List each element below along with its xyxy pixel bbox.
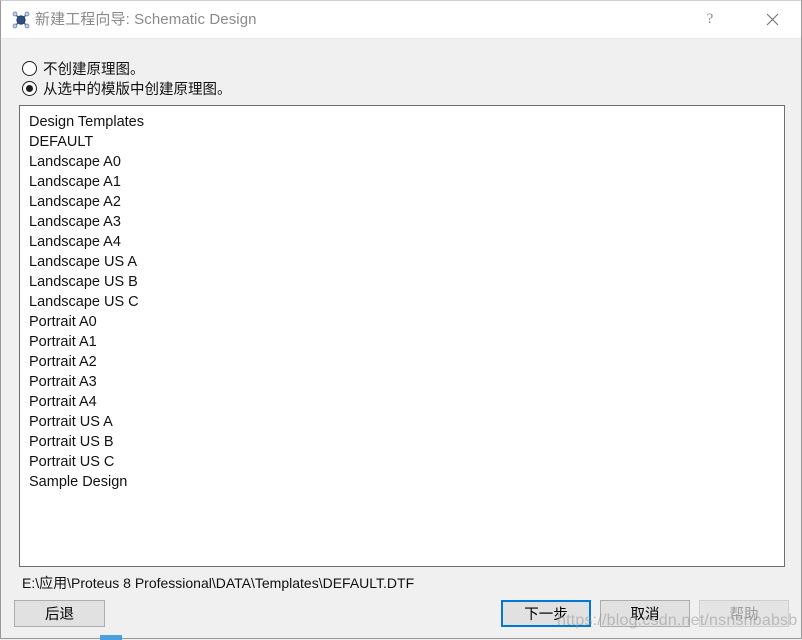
radio-no-schematic[interactable]: 不创建原理图。 bbox=[22, 58, 145, 78]
list-item[interactable]: DEFAULT bbox=[20, 132, 784, 152]
list-item[interactable]: Portrait A3 bbox=[20, 372, 784, 392]
cancel-button[interactable]: 取消 bbox=[600, 600, 690, 627]
list-item[interactable]: Portrait A4 bbox=[20, 392, 784, 412]
bottom-accent-bar bbox=[100, 635, 122, 640]
list-item[interactable]: Portrait US A bbox=[20, 412, 784, 432]
radio-no-schematic-mark[interactable] bbox=[22, 60, 37, 76]
list-item[interactable]: Landscape US C bbox=[20, 292, 784, 312]
radio-from-template-mark[interactable] bbox=[22, 80, 37, 96]
selected-template-path: E:\应用\Proteus 8 Professional\DATA\Templa… bbox=[22, 575, 415, 591]
close-glyph bbox=[766, 13, 778, 26]
proteus-app-icon bbox=[12, 11, 30, 29]
list-item[interactable]: Portrait US C bbox=[20, 452, 784, 472]
list-item[interactable]: Portrait A0 bbox=[20, 312, 784, 332]
design-templates-list-inner: Design Templates DEFAULT Landscape A0 La… bbox=[20, 106, 784, 492]
list-item[interactable]: Landscape A3 bbox=[20, 212, 784, 232]
new-project-wizard-dialog: 新建工程向导: Schematic Design ? 不创建原理图。 从选中的模… bbox=[0, 0, 802, 640]
list-item[interactable]: Landscape A4 bbox=[20, 232, 784, 252]
list-item[interactable]: Landscape A2 bbox=[20, 192, 784, 212]
help-button: 帮助 bbox=[699, 600, 789, 627]
back-button[interactable]: 后退 bbox=[14, 600, 105, 627]
titlebar-help-icon[interactable]: ? bbox=[687, 1, 733, 38]
radio-from-template[interactable]: 从选中的模版中创建原理图。 bbox=[22, 78, 232, 98]
window-title: 新建工程向导: Schematic Design bbox=[35, 11, 257, 28]
list-item[interactable]: Sample Design bbox=[20, 472, 784, 492]
next-button[interactable]: 下一步 bbox=[501, 600, 591, 627]
list-item[interactable]: Landscape US A bbox=[20, 252, 784, 272]
list-item[interactable]: Portrait US B bbox=[20, 432, 784, 452]
list-item[interactable]: Landscape A0 bbox=[20, 152, 784, 172]
radio-no-schematic-label: 不创建原理图。 bbox=[43, 61, 145, 78]
list-item[interactable]: Portrait A1 bbox=[20, 332, 784, 352]
design-templates-listbox[interactable]: Design Templates DEFAULT Landscape A0 La… bbox=[19, 105, 785, 567]
list-item[interactable]: Portrait A2 bbox=[20, 352, 784, 372]
radio-from-template-label: 从选中的模版中创建原理图。 bbox=[43, 81, 232, 98]
list-item[interactable]: Design Templates bbox=[20, 112, 784, 132]
list-item[interactable]: Landscape US B bbox=[20, 272, 784, 292]
list-item[interactable]: Landscape A1 bbox=[20, 172, 784, 192]
question-mark-icon: ? bbox=[706, 11, 714, 27]
close-icon[interactable] bbox=[749, 1, 795, 38]
title-bar: 新建工程向导: Schematic Design ? bbox=[1, 1, 801, 39]
